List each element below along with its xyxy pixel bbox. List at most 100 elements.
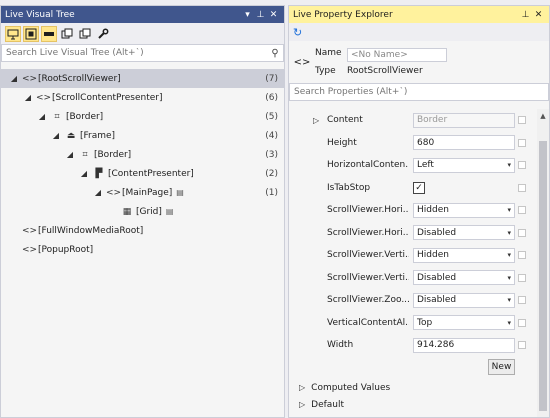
pin-icon[interactable]: ⊥ (519, 10, 532, 20)
lvt-search-input[interactable] (2, 45, 267, 61)
type-value: RootScrollViewer (347, 66, 423, 76)
property-marker[interactable] (518, 228, 526, 237)
property-marker[interactable] (518, 318, 526, 327)
dropdown-arrow-icon[interactable]: ▾ (507, 274, 511, 282)
dropdown-arrow-icon[interactable]: ▾ (507, 206, 511, 214)
property-dropdown[interactable]: Left ▾ (413, 157, 515, 173)
close-icon[interactable]: ✕ (267, 10, 280, 20)
property-value: Top (417, 317, 433, 328)
preview-selection-button[interactable] (77, 26, 93, 42)
property-row: ▷ Content Border (289, 109, 537, 131)
property-value: Hidden (417, 250, 449, 260)
dropdown-arrow-icon[interactable]: ▾ (507, 296, 511, 304)
property-marker[interactable] (518, 341, 526, 349)
property-value: Disabled (417, 272, 457, 283)
property-section[interactable]: ▷ Computed Values (299, 380, 390, 396)
property-marker[interactable] (518, 273, 526, 282)
dropdown-arrow-icon[interactable]: ▾ (507, 161, 511, 169)
show-just-my-xaml-button[interactable] (59, 26, 75, 42)
tree-node[interactable]: ◢ ⏏ [Frame] (4) (1, 126, 284, 145)
tree-node[interactable]: ◢ <> [RootScrollViewer] (7) (1, 69, 284, 88)
property-name: Height (327, 137, 357, 148)
property-section[interactable]: ▷ Default (299, 397, 344, 413)
tree-node[interactable]: ◢ ▛ [ContentPresenter] (2) (1, 164, 284, 183)
property-name: Width (327, 340, 354, 350)
tree-node[interactable]: ◢ <> [MainPage] ▤ (1) (1, 183, 284, 202)
property-value-field[interactable]: 680 (413, 135, 515, 150)
tree-node-label: [MainPage] (122, 187, 173, 198)
settings-wrench-button[interactable] (95, 26, 111, 42)
tree-node[interactable]: <> [PopupRoot] (1, 240, 284, 259)
lpe-titlebar[interactable]: Live Property Explorer ⊥ ✕ (289, 6, 549, 23)
property-marker[interactable] (518, 206, 526, 214)
property-marker[interactable] (518, 161, 526, 169)
property-marker[interactable] (518, 251, 526, 259)
property-row: Width 914.286 (289, 334, 537, 356)
property-row: Height 680 (289, 132, 537, 154)
display-adorners-button[interactable] (23, 25, 39, 42)
expand-toggle-icon[interactable]: ◢ (79, 169, 89, 178)
track-focus-button[interactable] (41, 25, 57, 42)
tree-node[interactable]: ◢ ⌗ [Border] (5) (1, 107, 284, 126)
expand-toggle-icon[interactable]: ◢ (65, 150, 75, 159)
property-marker[interactable] (518, 183, 526, 192)
property-dropdown[interactable]: Disabled ▾ (413, 292, 515, 308)
expand-toggle-icon[interactable]: ▷ (299, 400, 305, 409)
property-dropdown[interactable]: Top ▾ (413, 315, 515, 330)
content-presenter-icon: ▛ (95, 168, 103, 179)
property-marker[interactable] (518, 296, 526, 304)
refresh-icon[interactable]: ↻ (293, 26, 302, 39)
property-name: IsTabStop (327, 182, 371, 193)
property-row: ScrollViewer.Verti... Hidden ▾ (289, 244, 537, 266)
tree-node[interactable]: ▦ [Grid] ▤ (1, 202, 284, 221)
expand-toggle-icon[interactable]: ◢ (23, 93, 33, 102)
expand-toggle-icon[interactable]: ▷ (313, 116, 319, 125)
tree-node[interactable]: ◢ ⌗ [Border] (3) (1, 145, 284, 164)
name-field[interactable]: <No Name> (347, 48, 447, 62)
scroll-up-icon[interactable]: ▲ (537, 112, 549, 120)
code-brackets-icon: <> (293, 56, 311, 68)
tree-node[interactable]: <> [FullWindowMediaRoot] (1, 221, 284, 240)
pin-icon[interactable]: ⊥ (254, 10, 267, 20)
lvt-titlebar[interactable]: Live Visual Tree ▾ ⊥ ✕ (1, 6, 284, 23)
search-icon[interactable]: ⚲ (267, 48, 283, 59)
dropdown-menu-icon[interactable]: ▾ (241, 10, 254, 20)
section-label: Computed Values (311, 382, 391, 393)
expand-toggle-icon[interactable]: ◢ (93, 188, 103, 197)
tree-node-label: [Frame] (80, 130, 116, 141)
new-property-button[interactable]: New (488, 358, 515, 375)
property-scrollbar[interactable]: ▲ (537, 109, 549, 417)
property-dropdown[interactable]: Hidden ▾ (413, 202, 515, 218)
code-brackets-icon: <> (22, 73, 38, 84)
dropdown-arrow-icon[interactable]: ▾ (507, 229, 511, 237)
dropdown-arrow-icon[interactable]: ▾ (507, 319, 511, 327)
dropdown-arrow-icon[interactable]: ▾ (507, 251, 511, 259)
lpe-search-box (289, 83, 549, 101)
property-value-field[interactable]: 914.286 (413, 337, 515, 353)
xaml-source-icon[interactable]: ▤ (176, 188, 184, 197)
xaml-source-icon[interactable]: ▤ (166, 207, 174, 216)
expand-toggle-icon[interactable]: ◢ (51, 131, 61, 140)
property-row: ScrollViewer.Verti... Disabled ▾ (289, 267, 537, 289)
expand-toggle-icon[interactable]: ◢ (9, 74, 19, 83)
property-dropdown[interactable]: Disabled ▾ (413, 225, 515, 240)
descendant-count: (5) (265, 111, 278, 122)
tree-node-label: [Grid] (136, 206, 162, 217)
property-marker[interactable] (518, 116, 526, 124)
tree-node-label: [Border] (66, 111, 104, 122)
property-dropdown[interactable]: Hidden ▾ (413, 247, 515, 263)
expand-toggle-icon[interactable]: ◢ (37, 112, 47, 121)
descendant-count: (1) (265, 187, 278, 198)
scrollbar-thumb[interactable] (539, 141, 547, 411)
property-name: ScrollViewer.Verti... (327, 272, 409, 283)
property-marker[interactable] (518, 138, 526, 147)
expand-toggle-icon[interactable]: ▷ (299, 383, 305, 392)
code-brackets-icon: <> (22, 225, 38, 236)
descendant-count: (2) (265, 168, 278, 179)
property-dropdown[interactable]: Disabled ▾ (413, 270, 515, 285)
tree-node[interactable]: ◢ <> [ScrollContentPresenter] (6) (1, 88, 284, 107)
lpe-search-input[interactable] (290, 84, 548, 100)
select-element-button[interactable] (5, 25, 21, 42)
property-checkbox[interactable]: ✓ (413, 181, 425, 194)
close-icon[interactable]: ✕ (532, 10, 545, 20)
